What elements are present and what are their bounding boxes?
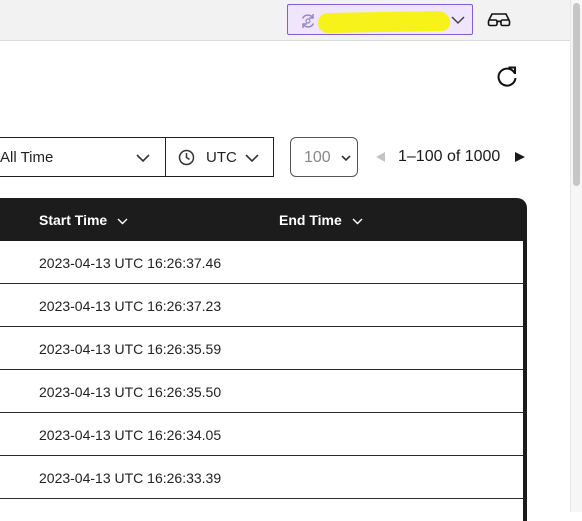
timezone-value: UTC [206,149,237,166]
chevron-down-icon [245,154,259,163]
table-row[interactable]: 2023-04-13 UTC 16:26:37.23 [0,284,523,327]
time-range-select[interactable]: All Time [0,137,166,177]
column-header-end-time[interactable]: End Time [279,212,363,228]
chevron-down-icon [341,155,351,162]
glasses-icon[interactable] [487,12,511,28]
table-row[interactable] [0,499,523,521]
refresh-icon[interactable] [494,64,520,90]
previous-page-icon[interactable] [374,151,386,163]
start-time-cell: 2023-04-13 UTC 16:26:35.50 [39,384,222,400]
table-row[interactable]: 2023-04-13 UTC 16:26:35.59 [0,327,523,370]
vertical-scrollbar[interactable] [570,0,582,512]
table-row[interactable]: 2023-04-13 UTC 16:26:35.50 [0,370,523,413]
column-header-start-time[interactable]: Start Time [39,212,128,228]
table-row[interactable]: 2023-04-13 UTC 16:26:37.46 [0,241,523,284]
table-row[interactable]: 2023-04-13 UTC 16:26:34.05 [0,413,523,456]
page-size-select[interactable]: 100 [290,137,358,177]
pagination-range: 1–100 of 1000 [398,148,501,165]
redaction-mark [317,10,451,34]
top-bar [0,0,570,41]
start-time-cell: 2023-04-13 UTC 16:26:37.46 [39,255,222,271]
column-header-label: Start Time [39,212,108,228]
start-time-cell: 2023-04-13 UTC 16:26:35.59 [39,341,222,357]
chevron-down-icon [136,154,150,163]
table-border [523,241,527,521]
sort-chevron-icon [117,218,128,225]
start-time-cell: 2023-04-13 UTC 16:26:34.05 [39,427,222,443]
column-header-label: End Time [279,212,342,228]
table-header: Start Time End Time [0,198,527,241]
chevron-down-icon [451,16,465,25]
timezone-select[interactable]: UTC [165,137,274,177]
sync-icon [301,14,315,28]
time-range-value: All Time [0,149,54,166]
next-page-icon[interactable] [514,151,526,163]
start-time-cell: 2023-04-13 UTC 16:26:37.23 [39,298,222,314]
page-size-value: 100 [304,149,331,166]
account-selector[interactable] [287,4,473,35]
table-row[interactable]: 2023-04-13 UTC 16:26:33.39 [0,456,523,499]
scrollbar-thumb[interactable] [573,3,580,186]
start-time-cell: 2023-04-13 UTC 16:26:33.39 [39,470,222,486]
sort-chevron-icon [352,218,363,225]
clock-icon [178,149,195,166]
table-body: 2023-04-13 UTC 16:26:37.46 2023-04-13 UT… [0,241,524,521]
